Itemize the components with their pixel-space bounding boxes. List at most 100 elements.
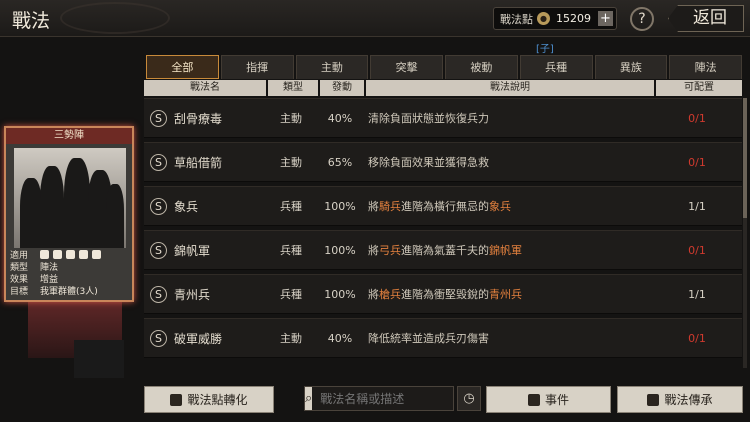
add-points-button[interactable]: + [598,11,613,26]
tactic-trigger: 100% [324,199,356,213]
tactic-name: 錦帆軍 [174,243,211,258]
card-stack-back-shadow [74,340,124,378]
header-trigger[interactable]: 發動 [320,80,364,96]
selected-tactic-card[interactable]: 三勢陣 適用 類型 陣法 效果 增益 目標 我軍群體(3人) [4,126,134,302]
page-title: 戰法 [12,10,51,32]
tactic-points-display: 戰法點 ● 15209 + [493,7,617,30]
table-row[interactable]: S 錦帆軍 兵種 100% 將弓兵進階為氣蓋千夫的錦帆軍 0/1 [144,230,742,270]
table-header: 戰法名 類型 發動 戰法說明 可配置 [144,80,742,96]
info-value: 增益 [40,275,59,285]
hammer-icon [647,393,660,406]
table-row[interactable]: S 破軍威勝 主動 40% 降低統率並造成兵刃傷害 0/1 [144,318,742,358]
cavalry-icon [40,250,49,259]
grade-badge: S [150,198,167,215]
points-value: 15209 [556,12,591,25]
tab-passive[interactable]: 被動 [445,55,518,79]
tactic-description: 移除負面效果並獲得急救 [368,156,489,169]
grade-badge: S [150,154,167,171]
grade-badge: S [150,330,167,347]
header-config[interactable]: 可配置 [656,80,742,96]
tab-all[interactable]: 全部 [146,55,219,79]
tactic-description: 將槍兵進階為衝堅毀銳的青州兵 [368,288,522,301]
title-ornament [60,2,170,34]
tab-troop[interactable]: 兵種 [519,55,593,79]
tactic-description: 降低統率並造成兵刃傷害 [368,332,489,345]
archer-icon [66,250,75,259]
tactic-config: 1/1 [688,199,706,213]
card-artwork [14,148,126,248]
bottom-bar: 戰法點轉化 ⌕ ◷ 事件 戰法傳承 [0,380,750,422]
table-row[interactable]: S 青州兵 兵種 100% 將槍兵進階為衝堅毀銳的青州兵 1/1 [144,274,742,314]
info-key: 目標 [10,287,29,297]
tactic-type: 兵種 [280,244,302,257]
coin-icon: ● [537,12,550,25]
tactic-type: 兵種 [280,288,302,301]
tactic-trigger: 100% [324,243,356,257]
shield-icon [53,250,62,259]
inherit-button[interactable]: 戰法傳承 [617,386,743,413]
table-row[interactable]: S 象兵 兵種 100% 將騎兵進階為橫行無忌的象兵 1/1 [144,186,742,226]
clock-icon[interactable]: ◷ [457,386,481,411]
tactic-type: 兵種 [280,200,302,213]
tab-active[interactable]: 主動 [295,55,369,79]
header-name[interactable]: 戰法名 [144,80,266,96]
info-key: 效果 [10,275,29,285]
info-key: 類型 [10,263,29,273]
tab-formation[interactable]: 陣法 [669,55,742,79]
tactic-config: 0/1 [688,155,706,169]
tab-command[interactable]: 指揮 [220,55,294,79]
siege-icon [92,250,101,259]
tab-foreign[interactable]: 異族 [594,55,668,79]
tactic-name: 草船借箭 [174,155,223,170]
header-type[interactable]: 類型 [268,80,318,96]
spear-icon [79,250,88,259]
search-box: ⌕ [304,386,471,411]
tactic-trigger: 40% [327,331,353,345]
card-info: 適用 類型 陣法 效果 增益 目標 我軍群體(3人) [10,250,130,298]
top-bar: 戰法 戰法點 ● 15209 + ? 返回 [0,0,750,37]
grade-badge: S [150,242,167,259]
tactic-description: 將騎兵進階為橫行無忌的象兵 [368,200,511,213]
grade-badge: S [150,286,167,303]
tactic-type: 主動 [280,156,302,169]
sub-tag: [子] [536,44,554,55]
tactic-type: 主動 [280,112,302,125]
tactic-trigger: 40% [327,111,353,125]
tab-bar: 全部 指揮 主動 突擊 被動 兵種 異族 陣法 [146,55,742,79]
back-button[interactable]: 返回 [668,5,744,32]
scrollbar-thumb[interactable] [743,98,747,218]
info-key: 適用 [10,251,29,261]
events-button[interactable]: 事件 [486,386,611,413]
event-icon [527,393,540,406]
points-label: 戰法點 [500,12,533,26]
tactic-config: 0/1 [688,331,706,345]
search-icon[interactable]: ⌕ [305,387,313,410]
list-scrollbar[interactable] [743,98,747,368]
tactic-name: 破軍威勝 [174,331,223,346]
tactic-config: 0/1 [688,111,706,125]
tactic-name: 刮骨療毒 [174,111,223,126]
tactic-name: 象兵 [174,199,199,214]
troop-type-icons [40,250,101,262]
card-title: 三勢陣 [6,128,132,144]
tactic-config: 1/1 [688,287,706,301]
header-description: 戰法說明 [366,80,654,96]
flame-icon [170,393,183,406]
tactic-description: 將弓兵進階為氣蓋千夫的錦帆軍 [368,244,522,257]
info-value: 我軍群體(3人) [40,287,98,297]
tactic-trigger: 65% [327,155,353,169]
tactic-list: S 刮骨療毒 主動 40% 清除負面狀態並恢復兵力 0/1 S 草船借箭 主動 … [144,98,742,376]
tactic-description: 清除負面狀態並恢復兵力 [368,112,489,125]
tactic-config: 0/1 [688,243,706,257]
tab-assault[interactable]: 突擊 [370,55,443,79]
info-value: 陣法 [40,263,59,273]
tactic-trigger: 100% [324,287,356,301]
table-row[interactable]: S 刮骨療毒 主動 40% 清除負面狀態並恢復兵力 0/1 [144,98,742,138]
tactic-name: 青州兵 [174,287,211,302]
convert-points-button[interactable]: 戰法點轉化 [144,386,274,413]
grade-badge: S [150,110,167,127]
tactic-type: 主動 [280,332,302,345]
table-row[interactable]: S 草船借箭 主動 65% 移除負面效果並獲得急救 0/1 [144,142,742,182]
search-input[interactable] [312,391,471,406]
help-button[interactable]: ? [630,7,654,31]
